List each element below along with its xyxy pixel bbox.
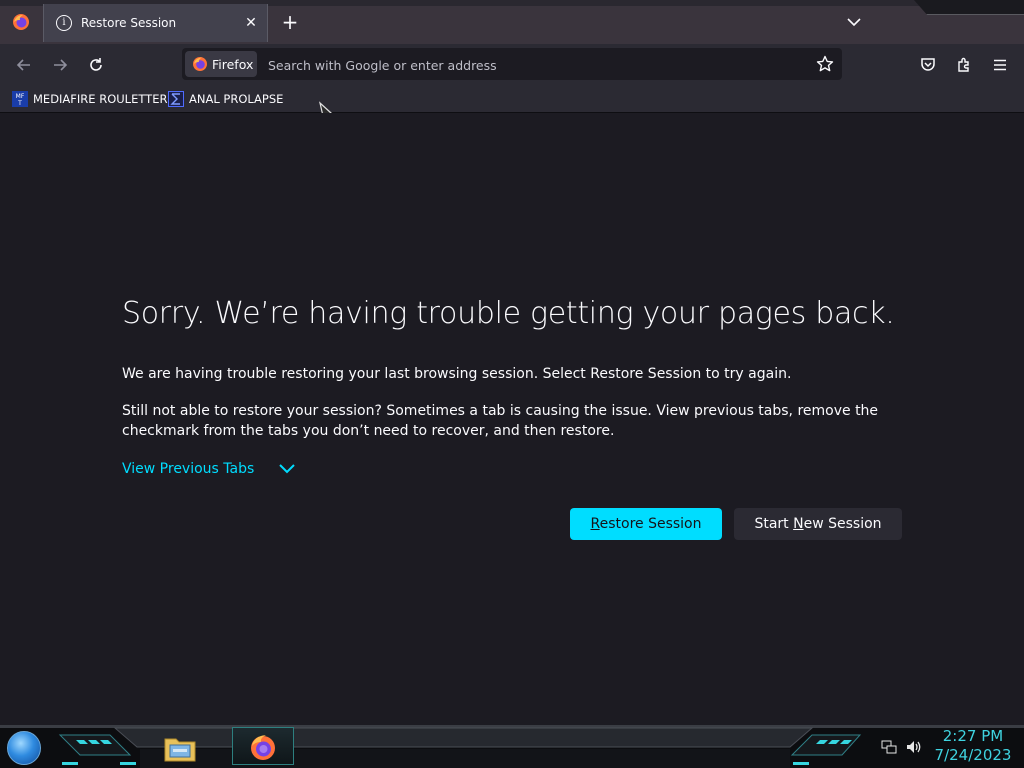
list-all-tabs-chevron-icon[interactable] — [843, 12, 865, 32]
address-bar[interactable]: Firefox — [182, 48, 842, 80]
back-arrow-icon[interactable] — [13, 54, 35, 76]
sigma-icon — [168, 91, 184, 107]
view-previous-tabs-label: View Previous Tabs — [122, 461, 255, 477]
hamburger-menu-icon[interactable] — [989, 54, 1011, 76]
error-help-text: Still not able to restore your session? … — [122, 403, 879, 439]
restore-session-button[interactable]: Restore Session — [570, 508, 722, 540]
restore-session-page: Sorry. We’re having trouble getting your… — [0, 113, 1024, 725]
svg-text:T: T — [17, 100, 22, 107]
identity-label: Firefox — [212, 56, 254, 72]
chevron-down-icon — [279, 464, 296, 474]
bookmark-label: MEDIAFIRE ROULETTER — [33, 92, 168, 106]
window-frame-decoration — [914, 0, 1024, 15]
start-orb-button[interactable] — [7, 731, 41, 765]
start-new-session-button[interactable]: Start New Session — [734, 508, 902, 540]
pocket-icon[interactable] — [917, 54, 939, 76]
network-tray-icon[interactable] — [880, 738, 898, 756]
page-title: Sorry. We’re having trouble getting your… — [122, 296, 895, 331]
taskbar: 2:27 PM 7/24/2023 — [0, 725, 1024, 768]
firefox-taskbar-icon — [251, 735, 275, 760]
svg-text:MF: MF — [16, 93, 25, 100]
identity-box[interactable]: Firefox — [185, 51, 257, 77]
taskbar-frame-decoration — [0, 725, 1024, 768]
bookmark-mediafire-rouletter[interactable]: MF T MEDIAFIRE ROULETTER — [12, 90, 167, 108]
bookmark-label: ANAL PROLAPSE — [189, 92, 284, 106]
info-icon: i — [56, 15, 72, 31]
clock-time: 2:27 PM — [942, 727, 1004, 745]
bookmarks-toolbar: MF T MEDIAFIRE ROULETTER ANAL PROLAPSE — [0, 86, 1024, 113]
firefox-taskbar-button[interactable] — [232, 727, 294, 765]
volume-tray-icon[interactable] — [905, 738, 923, 756]
tab-title: Restore Session — [81, 16, 177, 30]
tab-strip: i Restore Session ✕ + — [0, 0, 1024, 44]
navigation-toolbar: Firefox — [0, 44, 1024, 86]
bookmark-anal-prolapse[interactable]: ANAL PROLAPSE — [168, 90, 283, 108]
bookmark-star-icon[interactable] — [815, 54, 835, 74]
firefox-icon — [193, 57, 207, 71]
tab-restore-session[interactable]: i Restore Session ✕ — [43, 4, 268, 42]
url-input[interactable] — [266, 54, 790, 76]
system-clock[interactable]: 2:27 PM 7/24/2023 — [928, 727, 1018, 765]
new-tab-button[interactable]: + — [279, 11, 301, 33]
mediafire-icon: MF T — [12, 91, 28, 107]
forward-arrow-icon[interactable] — [49, 54, 71, 76]
firefox-menu-icon[interactable] — [12, 13, 30, 31]
extensions-puzzle-icon[interactable] — [953, 54, 975, 76]
error-description: We are having trouble restoring your las… — [122, 366, 792, 382]
file-explorer-taskbar-icon[interactable] — [162, 731, 198, 765]
clock-date: 7/24/2023 — [934, 746, 1012, 764]
reload-icon[interactable] — [85, 54, 107, 76]
view-previous-tabs-toggle[interactable]: View Previous Tabs — [122, 461, 296, 477]
close-tab-icon[interactable]: ✕ — [241, 13, 261, 33]
